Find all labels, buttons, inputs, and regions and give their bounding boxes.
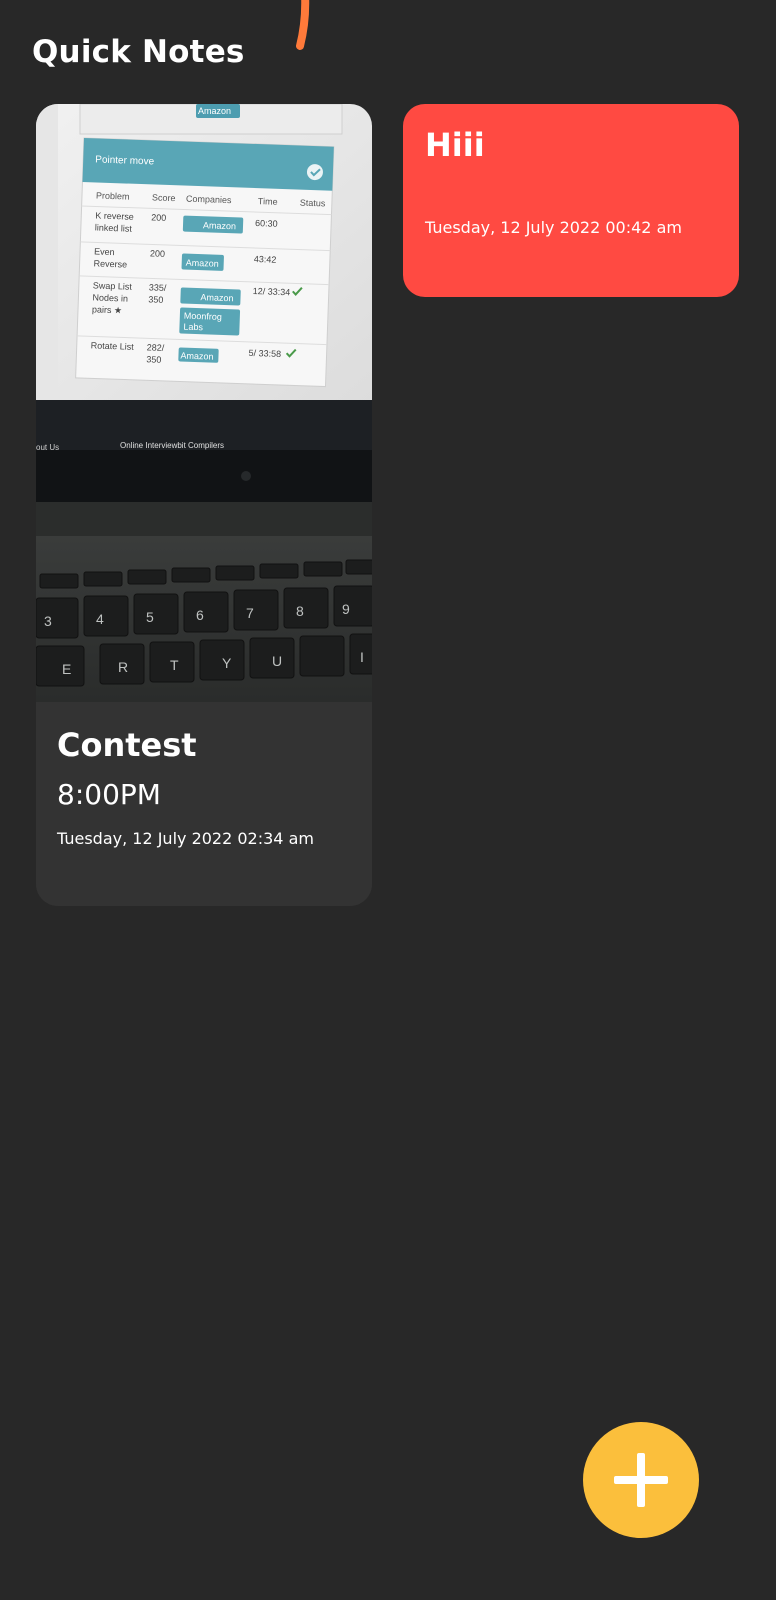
plus-icon [614, 1453, 668, 1507]
svg-text:8: 8 [296, 603, 304, 619]
note-image: Amazon Pointer move Problem Score Compan… [36, 104, 372, 702]
note-card-hiii[interactable]: Hiii Tuesday, 12 July 2022 00:42 am [403, 104, 739, 297]
svg-text:T: T [170, 657, 179, 673]
svg-text:200: 200 [151, 212, 166, 223]
svg-text:350: 350 [148, 294, 163, 305]
top-tag-text: Amazon [198, 106, 231, 116]
svg-text:Moonfrog: Moonfrog [184, 311, 222, 322]
svg-text:Amazon: Amazon [180, 351, 213, 362]
note-text: 8:00PM [57, 778, 161, 811]
svg-text:7: 7 [246, 605, 254, 621]
svg-text:12/ 33:34: 12/ 33:34 [253, 286, 291, 297]
svg-text:Score: Score [152, 192, 176, 203]
svg-text:Time: Time [258, 196, 278, 207]
svg-text:200: 200 [150, 248, 165, 259]
svg-text:Y: Y [222, 655, 232, 671]
svg-text:Reverse: Reverse [93, 258, 127, 269]
note-card-contest[interactable]: Amazon Pointer move Problem Score Compan… [36, 104, 372, 906]
svg-text:60:30: 60:30 [255, 218, 278, 229]
svg-text:linked list: linked list [95, 222, 133, 233]
svg-text:Online Interviewbit Compilers: Online Interviewbit Compilers [120, 441, 224, 450]
svg-text:R: R [118, 659, 128, 675]
svg-text:3: 3 [44, 613, 52, 629]
note-date: Tuesday, 12 July 2022 02:34 am [57, 829, 314, 848]
svg-text:5: 5 [146, 609, 154, 625]
note-date: Tuesday, 12 July 2022 00:42 am [425, 218, 682, 237]
svg-text:Companies: Companies [186, 194, 232, 206]
svg-text:I: I [360, 649, 364, 665]
page-title: Quick Notes [32, 34, 245, 70]
svg-text:pairs ★: pairs ★ [92, 304, 122, 315]
note-title: Contest [57, 726, 197, 764]
svg-text:Status: Status [300, 198, 326, 209]
svg-text:6: 6 [196, 607, 204, 623]
svg-text:350: 350 [146, 354, 161, 365]
svg-text:Rotate List: Rotate List [91, 340, 135, 352]
svg-text:282/: 282/ [147, 342, 165, 353]
svg-text:E: E [62, 661, 71, 677]
svg-text:Pointer move: Pointer move [95, 154, 155, 167]
svg-text:Swap List: Swap List [93, 280, 133, 291]
svg-text:Amazon: Amazon [200, 292, 233, 303]
svg-text:out Us: out Us [36, 443, 59, 452]
svg-text:U: U [272, 653, 282, 669]
add-note-button[interactable] [583, 1422, 699, 1538]
svg-text:4: 4 [96, 611, 104, 627]
svg-text:335/: 335/ [149, 282, 167, 293]
note-card-body: Contest 8:00PM Tuesday, 12 July 2022 02:… [36, 702, 372, 906]
decorative-stroke [296, 0, 310, 52]
svg-text:K reverse: K reverse [95, 210, 134, 221]
svg-text:Even: Even [94, 246, 115, 257]
svg-text:9: 9 [342, 601, 350, 617]
svg-text:Labs: Labs [183, 322, 203, 333]
svg-text:43:42: 43:42 [254, 254, 277, 265]
note-title: Hiii [425, 126, 485, 164]
svg-text:Amazon: Amazon [203, 220, 236, 231]
svg-text:5/ 33:58: 5/ 33:58 [248, 348, 281, 359]
svg-text:Amazon: Amazon [186, 258, 219, 269]
svg-text:Problem: Problem [96, 190, 130, 201]
svg-text:Nodes in: Nodes in [92, 292, 128, 303]
